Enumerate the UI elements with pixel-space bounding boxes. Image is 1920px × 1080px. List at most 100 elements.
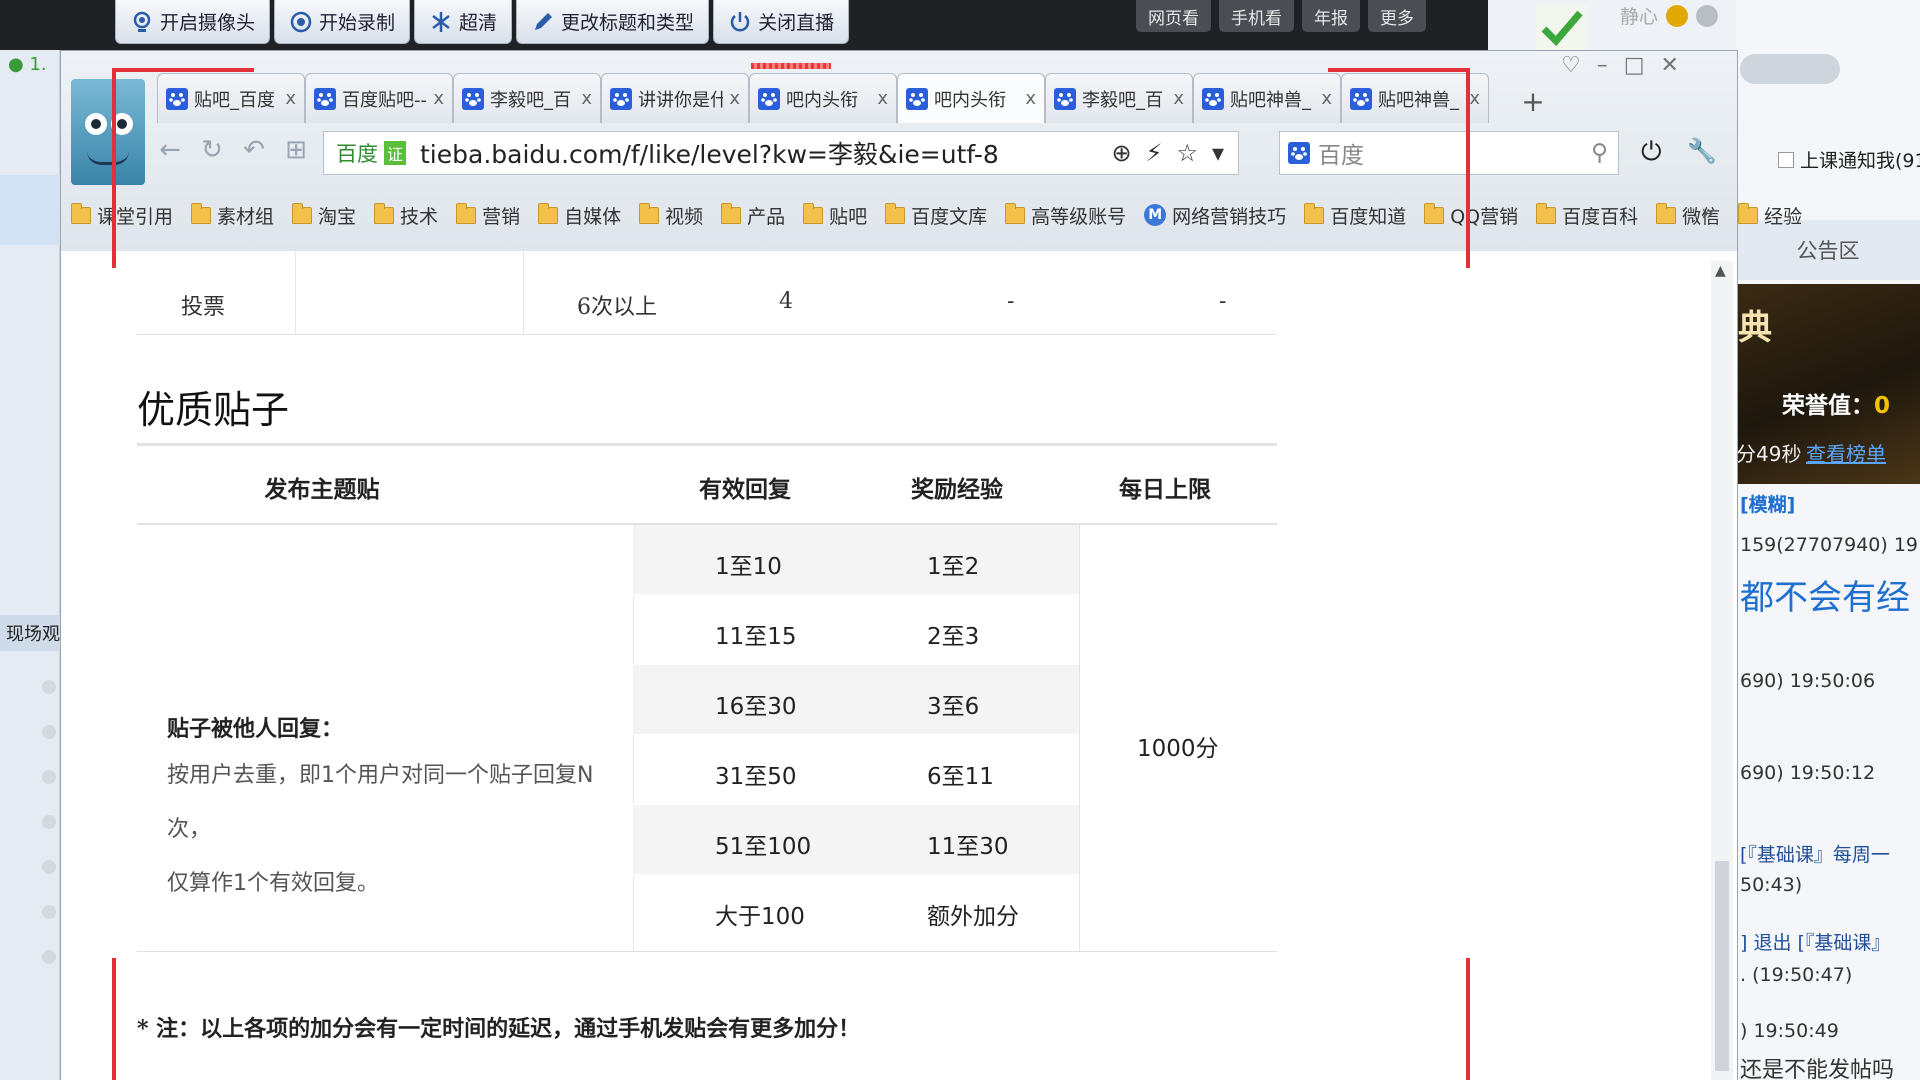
mode-tab-web[interactable]: 网页看 [1136, 0, 1211, 32]
bookmark-folder[interactable]: 淘宝 [292, 202, 356, 229]
table-row: 11至15 2至3 [633, 595, 1079, 665]
close-tab-icon[interactable]: x [433, 88, 444, 109]
browser-tab-active[interactable]: 吧内头衔 x [897, 73, 1045, 123]
zoom-icon[interactable]: ⊕ [1111, 139, 1131, 167]
bookmark-folder[interactable]: 百度文库 [885, 202, 987, 229]
bookmark-folder[interactable]: 贴吧 [803, 202, 867, 229]
replies-cell: 31至50 [715, 764, 797, 790]
undo-close-icon[interactable]: ↶ [239, 135, 269, 165]
baidu-paw-icon [1288, 142, 1310, 164]
close-tab-icon[interactable]: x [285, 88, 296, 109]
browser-tab[interactable]: 李毅吧_百 x [453, 73, 601, 123]
edit-title-button[interactable]: 更改标题和类型 [516, 0, 710, 44]
bookmark-folder[interactable]: 课堂引用 [71, 202, 173, 229]
vote-condition: 6次以上 [577, 295, 657, 320]
bookmark-folder[interactable]: 经验 [1738, 202, 1802, 229]
browser-tab[interactable]: 贴吧神兽_ x [1193, 73, 1341, 123]
chat-line: [『基础课』每周一 [1740, 844, 1890, 866]
replies-cell: 1至10 [715, 554, 782, 580]
close-tab-icon[interactable]: x [1025, 88, 1036, 109]
divider [137, 443, 1277, 446]
view-ranking-link[interactable]: 查看榜单 [1806, 438, 1886, 467]
browser-tab[interactable]: 百度贴吧-- x [305, 73, 453, 123]
close-live-label: 关闭直播 [758, 12, 835, 34]
left-selected-item[interactable] [0, 175, 60, 245]
avatar[interactable] [71, 79, 145, 185]
search-box[interactable]: 百度 ⚲ [1279, 131, 1619, 175]
search-icon[interactable]: ⚲ [1591, 140, 1608, 166]
power-icon[interactable]: ⏻ [1641, 137, 1662, 168]
folder-icon [456, 202, 477, 224]
hd-button[interactable]: 超清 [414, 0, 513, 44]
exp-cell: 11至30 [927, 834, 1009, 860]
table-row: 16至30 3至6 [633, 665, 1079, 735]
bookmarks-more-button[interactable]: » [1701, 201, 1714, 226]
mode-tab-more[interactable]: 更多 [1368, 0, 1426, 32]
divider [1079, 525, 1080, 951]
browser-tab[interactable]: 李毅吧_百 x [1045, 73, 1193, 123]
header-replies: 有效回复 [699, 477, 791, 503]
skin-icon[interactable]: ♡ [1561, 53, 1581, 78]
home-grid-icon[interactable]: ⊞ [281, 135, 311, 165]
close-window-icon[interactable]: ✕ [1661, 53, 1679, 78]
scroll-thumb[interactable] [1715, 861, 1729, 1071]
mode-tab-mobile[interactable]: 手机看 [1219, 0, 1294, 32]
scene-view-button[interactable]: 现场观 [0, 615, 60, 651]
baidu-paw-icon [462, 87, 484, 110]
replies-cell: 11至15 [715, 624, 797, 650]
bookmark-folder[interactable]: 高等级账号 [1005, 202, 1126, 229]
refresh-icon[interactable]: ↻ [197, 135, 227, 165]
exp-cell: 2至3 [927, 624, 980, 650]
url-text[interactable]: tieba.baidu.com/f/like/level?kw=李毅&ie=ut… [420, 135, 1111, 171]
bookmark-folder[interactable]: QQ营销 [1424, 202, 1518, 229]
bookmark-folder[interactable]: 营销 [456, 202, 520, 229]
baidu-paw-icon [1202, 87, 1224, 110]
browser-tab[interactable]: 贴吧_百度 x [157, 73, 305, 123]
bookmark-folder[interactable]: 素材组 [191, 202, 274, 229]
bookmark-folder[interactable]: 自媒体 [538, 202, 621, 229]
star-icon[interactable]: ☆ [1176, 139, 1198, 167]
divider [295, 251, 296, 335]
close-tab-icon[interactable]: x [1321, 88, 1332, 109]
record-button[interactable]: 开始录制 [274, 0, 411, 44]
notify-checkbox[interactable] [1778, 151, 1794, 168]
right-search-bar[interactable] [1740, 54, 1840, 84]
lightning-icon[interactable]: ⚡ [1146, 139, 1163, 167]
close-live-button[interactable]: 关闭直播 [713, 0, 850, 44]
tab-title: 贴吧_百度 [194, 89, 275, 111]
bookmark-link[interactable]: M 网络营销技巧 [1144, 202, 1286, 229]
back-icon[interactable]: ← [155, 135, 185, 165]
quality-icon [432, 11, 450, 32]
folder-icon [803, 202, 824, 224]
annotation-line [112, 68, 254, 72]
browser-tab[interactable]: 讲讲你是什 x [601, 73, 749, 123]
new-tab-button[interactable]: + [1513, 81, 1553, 121]
dropdown-icon[interactable]: ▾ [1212, 139, 1224, 167]
folder-icon [1424, 202, 1445, 224]
vertical-scrollbar[interactable]: ▲ [1711, 261, 1733, 1080]
notify-option[interactable]: 上课通知我(91) [1778, 146, 1920, 173]
close-tab-icon[interactable]: x [1469, 88, 1480, 109]
bookmark-folder[interactable]: 视频 [639, 202, 703, 229]
close-tab-icon[interactable]: x [729, 88, 740, 109]
close-tab-icon[interactable]: x [581, 88, 592, 109]
section-title: 优质贴子 [137, 388, 290, 432]
stream-toolbar: 开启摄像头 开始录制 超清 更改标题和类型 关闭直播 [115, 0, 850, 50]
maximize-icon[interactable]: □ [1624, 53, 1645, 78]
folder-icon [1304, 202, 1325, 224]
bookmark-folder[interactable]: 技术 [374, 202, 438, 229]
minimize-icon[interactable]: – [1597, 53, 1608, 78]
browser-tab[interactable]: 吧内头衔 x [749, 73, 897, 123]
bookmark-folder[interactable]: 百度百科 [1536, 202, 1638, 229]
mode-tab-annual[interactable]: 年报 [1302, 0, 1360, 32]
scroll-up-icon[interactable]: ▲ [1715, 263, 1726, 279]
check-icon[interactable] [1536, 4, 1588, 50]
bookmark-folder[interactable]: 产品 [721, 202, 785, 229]
address-bar[interactable]: 百度 证 tieba.baidu.com/f/like/level?kw=李毅&… [323, 131, 1239, 175]
close-tab-icon[interactable]: x [877, 88, 888, 109]
camera-button[interactable]: 开启摄像头 [115, 0, 271, 44]
chat-line: ) 19:50:49 [1740, 1020, 1839, 1042]
bookmark-folder[interactable]: 百度知道 [1304, 202, 1406, 229]
wrench-icon[interactable]: 🔧 [1687, 137, 1717, 165]
close-tab-icon[interactable]: x [1173, 88, 1184, 109]
